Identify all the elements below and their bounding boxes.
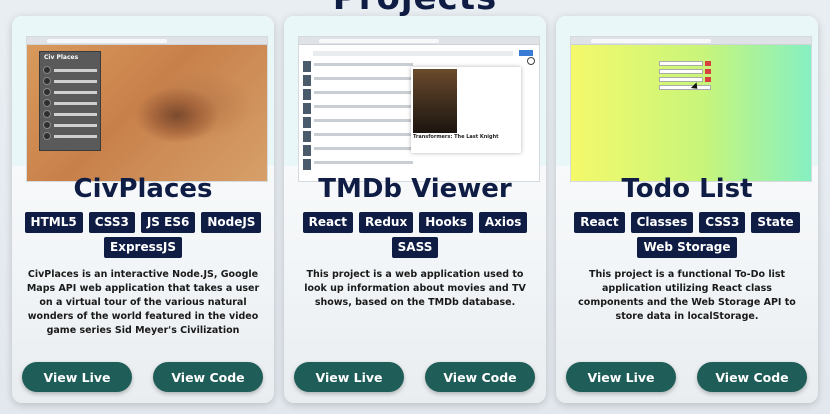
todo-app-panel bbox=[659, 61, 711, 113]
project-screenshot: Transformers: The Last Knight bbox=[298, 36, 540, 182]
browser-bar bbox=[299, 37, 539, 45]
tech-tag: React bbox=[302, 212, 353, 233]
project-description: This project is a functional To-Do list … bbox=[578, 269, 796, 322]
browser-bar bbox=[571, 37, 811, 45]
project-card-tmdb: Transformers: The Last Knight TMDb Viewe… bbox=[284, 16, 546, 403]
view-live-button[interactable]: View Live bbox=[566, 362, 676, 392]
tech-tag: CSS3 bbox=[699, 212, 746, 233]
civ-side-panel: Civ Places bbox=[39, 51, 101, 151]
tech-tag: Classes bbox=[630, 212, 694, 233]
project-card-todo: Todo List React Classes CSS3 State Web S… bbox=[556, 16, 818, 403]
tech-tag: JS ES6 bbox=[140, 212, 196, 233]
tech-tag: Hooks bbox=[419, 212, 473, 233]
close-icon bbox=[527, 57, 535, 65]
tech-tag: State bbox=[751, 212, 800, 233]
project-screenshot bbox=[570, 36, 812, 182]
tech-tag: CSS3 bbox=[88, 212, 135, 233]
view-code-button[interactable]: View Code bbox=[697, 362, 807, 392]
tmdb-search-button bbox=[519, 50, 533, 56]
project-title: CivPlaces bbox=[73, 174, 213, 204]
tech-tag: Redux bbox=[358, 212, 414, 233]
browser-bar bbox=[27, 37, 267, 45]
tech-tags: React Redux Hooks Axios SASS bbox=[294, 212, 536, 258]
tech-tag: NodeJS bbox=[201, 212, 262, 233]
tech-tag: React bbox=[574, 212, 625, 233]
todo-page bbox=[571, 45, 811, 181]
project-screenshot: Civ Places bbox=[26, 36, 268, 182]
project-title: Todo List bbox=[621, 174, 753, 204]
tech-tag: ExpressJS bbox=[104, 237, 182, 258]
tech-tag: Axios bbox=[478, 212, 528, 233]
tmdb-search-bar bbox=[313, 51, 513, 56]
tech-tags: HTML5 CSS3 JS ES6 NodeJS ExpressJS bbox=[22, 212, 264, 258]
movie-poster bbox=[413, 69, 457, 133]
tech-tags: React Classes CSS3 State Web Storage bbox=[566, 212, 808, 258]
tech-tag: SASS bbox=[391, 237, 439, 258]
tech-tag: Web Storage bbox=[637, 237, 737, 258]
movie-title: Transformers: The Last Knight bbox=[413, 134, 499, 140]
project-description: CivPlaces is an interactive Node.JS, Goo… bbox=[26, 269, 260, 336]
project-card-civplaces: Civ Places CivPlaces HTML5 CSS3 JS ES6 N… bbox=[12, 16, 274, 403]
tmdb-results-list bbox=[303, 61, 413, 173]
project-title: TMDb Viewer bbox=[318, 174, 512, 204]
tech-tag: HTML5 bbox=[24, 212, 83, 233]
view-live-button[interactable]: View Live bbox=[294, 362, 404, 392]
view-code-button[interactable]: View Code bbox=[153, 362, 263, 392]
tmdb-movie-modal: Transformers: The Last Knight bbox=[411, 67, 521, 153]
view-live-button[interactable]: View Live bbox=[22, 362, 132, 392]
civ-panel-title: Civ Places bbox=[44, 54, 79, 61]
tmdb-page: Transformers: The Last Knight bbox=[299, 45, 539, 181]
project-description: This project is a web application used t… bbox=[304, 269, 526, 308]
view-code-button[interactable]: View Code bbox=[425, 362, 535, 392]
